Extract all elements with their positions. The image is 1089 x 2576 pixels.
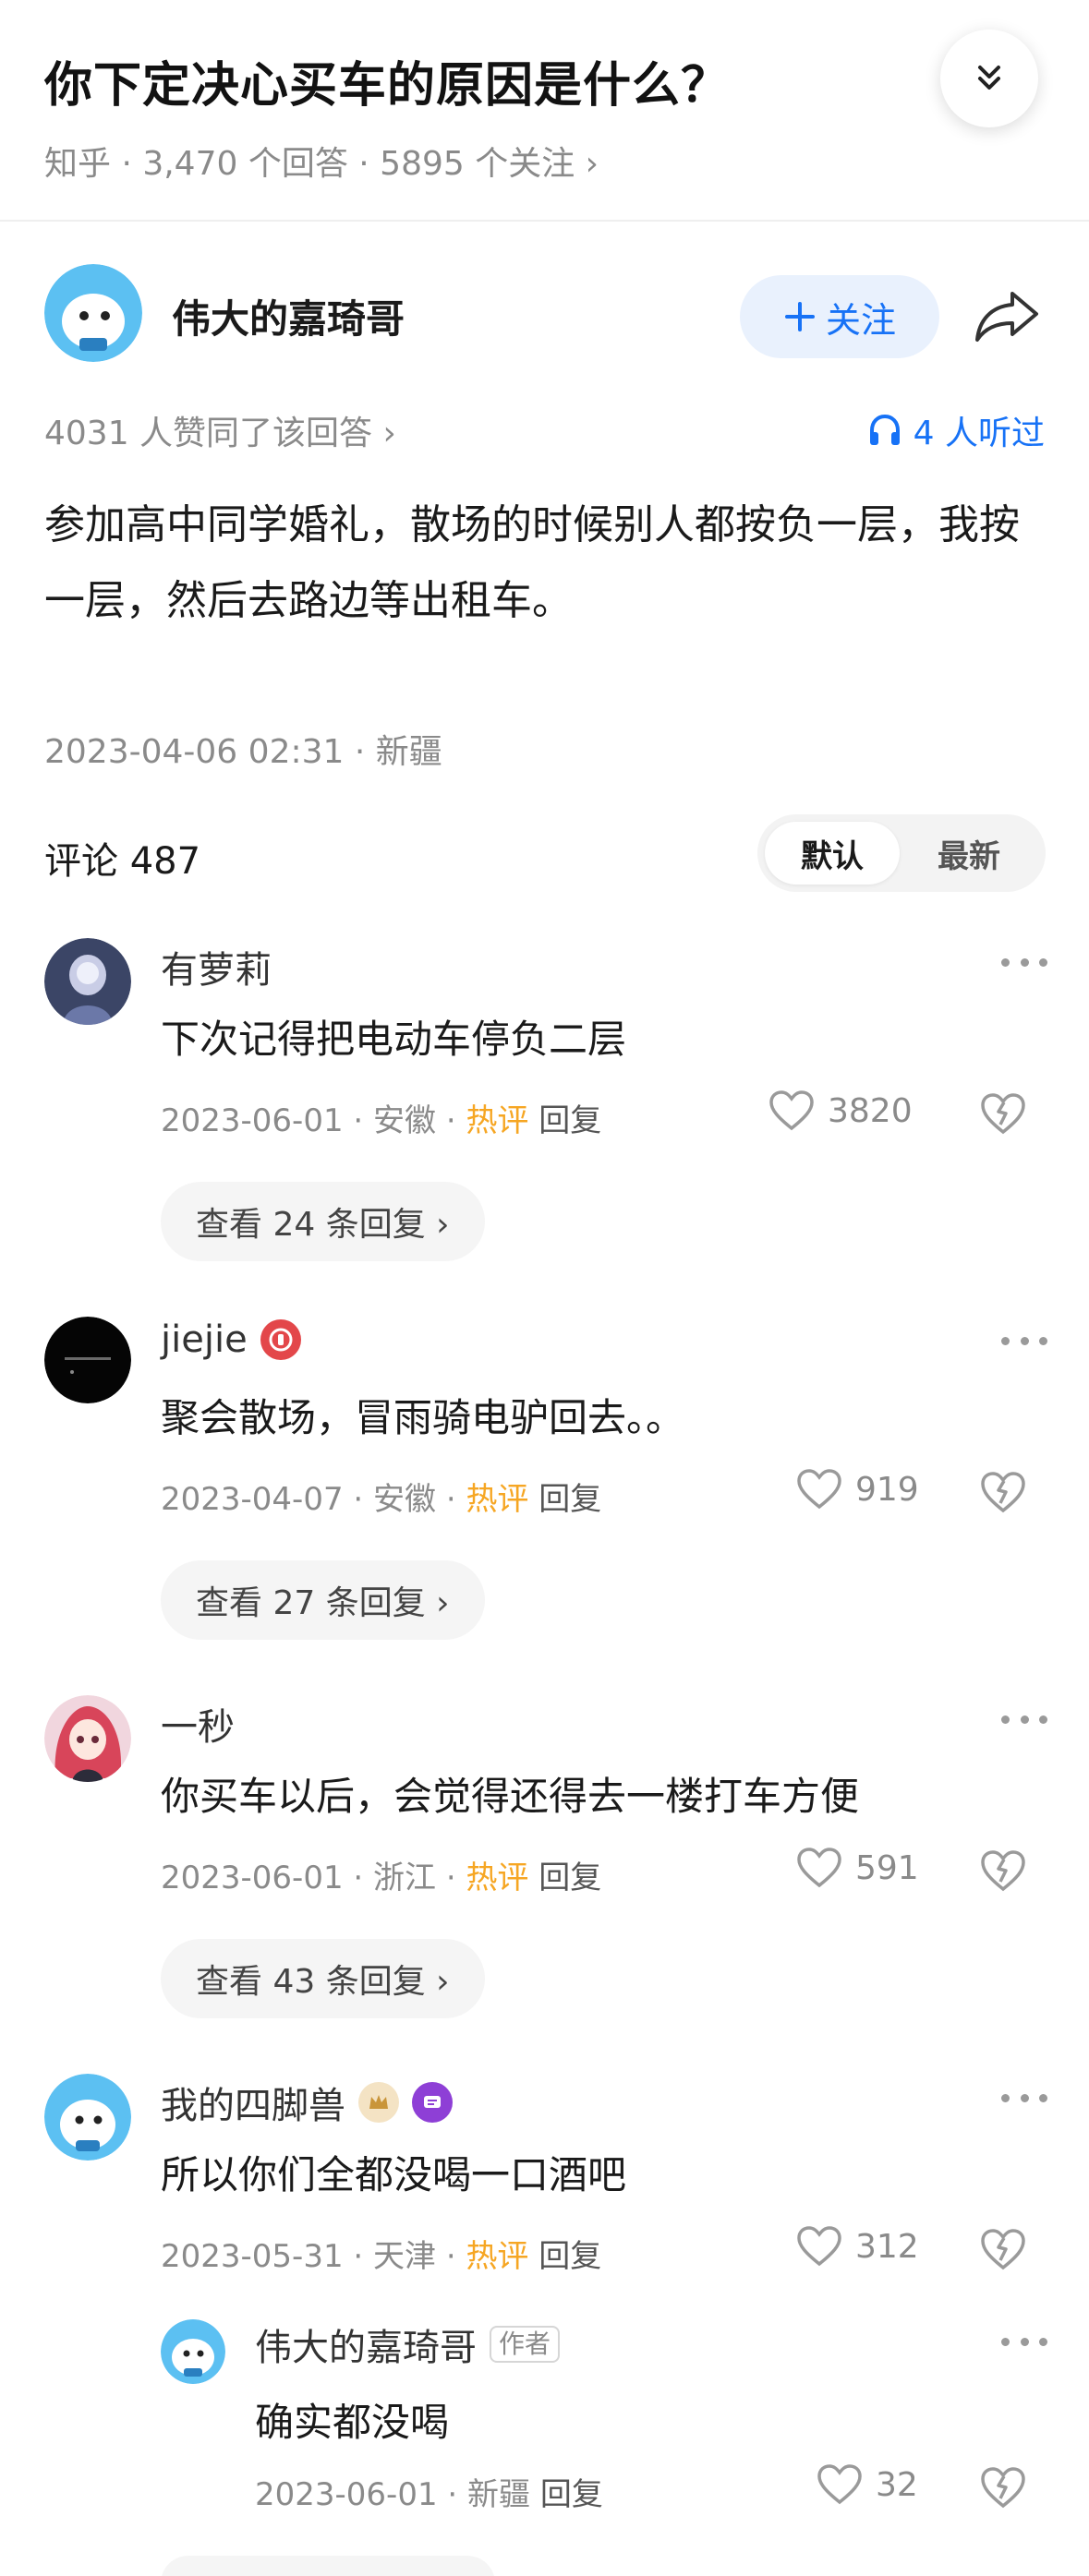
like-button[interactable]: 3820 <box>768 1089 913 1132</box>
more-icon[interactable] <box>1001 953 1047 971</box>
heart-icon <box>797 1848 841 1888</box>
question-meta[interactable]: 知乎 · 3,470 个回答 · 5895 个关注 › <box>44 137 599 185</box>
view-replies-button[interactable]: 查看 27 条回复 › <box>161 1560 485 1640</box>
collapse-button[interactable] <box>940 30 1038 127</box>
reply-button[interactable]: 回复 <box>540 2476 603 2513</box>
comment-text: 聚会散场，冒雨骑电驴回去。。 <box>161 1395 685 1440</box>
author-name[interactable]: 伟大的嘉琦哥 <box>172 288 405 344</box>
dislike-icon[interactable] <box>979 1091 1027 1136</box>
commenter-avatar[interactable] <box>44 1695 131 1782</box>
comment-meta: 2023-04-07 · 安徽 · 热评 回复 <box>161 1481 602 1518</box>
author-tag: 作者 <box>490 2326 561 2363</box>
listened-label: 4 人听过 <box>913 415 1045 452</box>
heart-icon <box>817 2464 862 2505</box>
commenter-name[interactable]: jiejie <box>161 1318 301 1361</box>
like-button[interactable]: 919 <box>796 1468 919 1511</box>
reply-button[interactable]: 回复 <box>538 1481 601 1518</box>
like-button[interactable]: 312 <box>796 2225 919 2268</box>
reply-author-name[interactable]: 伟大的嘉琦哥 作者 <box>255 2317 561 2371</box>
like-button[interactable]: 32 <box>817 2463 918 2506</box>
reply-author-avatar[interactable] <box>161 2319 225 2384</box>
share-icon[interactable] <box>972 288 1042 343</box>
message-badge-icon <box>412 2082 453 2123</box>
badge-icon <box>260 1319 301 1360</box>
reply-meta: 2023-06-01 · 新疆 回复 <box>255 2476 603 2513</box>
comment-text: 你买车以后，会觉得还得去一楼打车方便 <box>161 1774 860 1819</box>
sort-toggle: 默认 最新 <box>757 814 1046 892</box>
heart-icon <box>769 1090 814 1131</box>
heart-icon <box>797 2226 841 2267</box>
reply-button[interactable]: 回复 <box>538 1102 601 1139</box>
listened-count[interactable]: 4 人听过 <box>867 406 1045 454</box>
commenter-avatar[interactable] <box>44 1317 131 1403</box>
plus-icon <box>784 302 815 331</box>
answer-content: 参加高中同学婚礼，散场的时候别人都按负一层，我按一层，然后去路边等出租车。 <box>44 501 1020 624</box>
dislike-icon[interactable] <box>979 1848 1027 1893</box>
like-button[interactable]: 591 <box>796 1847 919 1889</box>
hot-comment-label: 热评 <box>466 1860 529 1896</box>
comment-meta: 2023-05-31 · 天津 · 热评 回复 <box>161 2238 602 2275</box>
author-avatar[interactable] <box>44 264 142 362</box>
crown-badge-icon <box>358 2082 399 2123</box>
comment-text: 所以你们全都没喝一口酒吧 <box>161 2152 627 2197</box>
commenter-name[interactable]: 我的四脚兽 <box>161 2076 453 2129</box>
like-count: 591 <box>855 1848 919 1887</box>
hot-comment-label: 热评 <box>466 1102 529 1139</box>
comment-meta: 2023-06-01 · 浙江 · 热评 回复 <box>161 1860 602 1896</box>
hot-comment-label: 热评 <box>466 1481 529 1518</box>
double-chevron-down-icon <box>978 66 1000 90</box>
agree-count[interactable]: 4031 人赞同了该回答 › <box>44 406 396 454</box>
heart-icon <box>797 1469 841 1510</box>
more-icon[interactable] <box>1001 2332 1047 2351</box>
like-count: 312 <box>855 2227 919 2266</box>
commenter-avatar[interactable] <box>44 2074 131 2161</box>
like-count: 3820 <box>828 1091 913 1130</box>
follow-button[interactable]: 关注 <box>740 275 939 358</box>
comment-meta: 2023-06-01 · 安徽 · 热评 回复 <box>161 1102 602 1139</box>
commenter-name[interactable]: 有萝莉 <box>161 940 272 993</box>
commenter-name[interactable]: 一秒 <box>161 1697 235 1751</box>
dislike-icon[interactable] <box>979 2465 1027 2510</box>
dislike-icon[interactable] <box>979 1470 1027 1514</box>
like-count: 32 <box>876 2465 918 2504</box>
dislike-icon[interactable] <box>979 2227 1027 2271</box>
more-icon[interactable] <box>1001 1710 1047 1728</box>
view-replies-button[interactable]: 查看 24 条回复 › <box>161 1182 485 1261</box>
view-more-replies-pill[interactable] <box>161 2556 495 2576</box>
commenter-avatar[interactable] <box>44 938 131 1025</box>
headphones-icon <box>869 414 900 445</box>
answer-time: 2023-04-06 02:31 · 新疆 <box>44 733 442 771</box>
like-count: 919 <box>855 1470 919 1509</box>
more-icon[interactable] <box>1001 1331 1047 1350</box>
follow-label: 关注 <box>825 299 896 341</box>
comment-text: 下次记得把电动车停负二层 <box>161 1017 627 1062</box>
header-divider <box>0 220 1089 222</box>
more-icon[interactable] <box>1001 2088 1047 2107</box>
hot-comment-label: 热评 <box>466 2238 529 2275</box>
reply-text: 确实都没喝 <box>255 2400 450 2445</box>
reply-button[interactable]: 回复 <box>538 1860 601 1896</box>
question-title: 你下定决心买车的原因是什么？ <box>44 58 731 114</box>
view-replies-button[interactable]: 查看 43 条回复 › <box>161 1939 485 2018</box>
comment-count: 评论 487 <box>44 840 201 883</box>
reply-button[interactable]: 回复 <box>538 2238 601 2275</box>
sort-default-tab[interactable]: 默认 <box>765 822 900 885</box>
sort-latest-tab[interactable]: 最新 <box>901 822 1036 885</box>
